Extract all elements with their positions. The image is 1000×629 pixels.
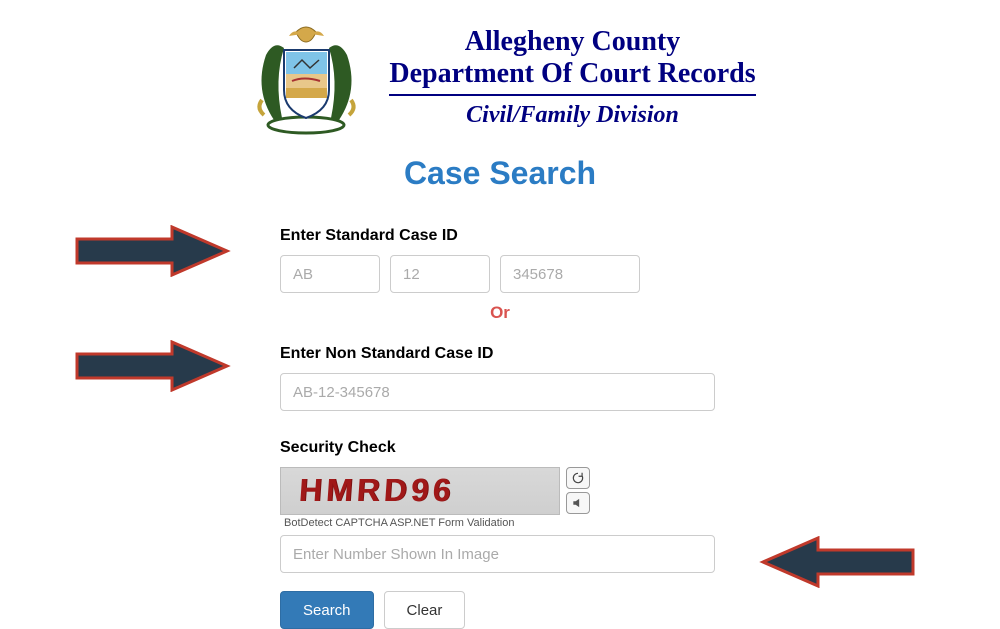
captcha-audio-button[interactable] — [566, 492, 590, 514]
captcha-row: HMRD96 — [280, 467, 720, 515]
county-seal — [244, 20, 369, 135]
standard-case-row — [280, 255, 720, 293]
captcha-reload-button[interactable] — [566, 467, 590, 489]
security-check-label: Security Check — [280, 439, 720, 457]
header-banner: Allegheny County Department Of Court Rec… — [0, 0, 1000, 145]
button-row: Search Clear — [280, 591, 720, 629]
std-case-suffix-input[interactable] — [500, 255, 640, 293]
title-divider — [389, 94, 755, 96]
standard-case-label: Enter Standard Case ID — [280, 227, 720, 245]
nonstd-case-input[interactable] — [280, 373, 715, 411]
title-line-3: Civil/Family Division — [389, 102, 755, 129]
captcha-image: HMRD96 — [280, 467, 560, 515]
search-button[interactable]: Search — [280, 591, 374, 629]
std-case-prefix-input[interactable] — [280, 255, 380, 293]
search-form: Enter Standard Case ID Or Enter Non Stan… — [280, 227, 720, 629]
nonstandard-case-label: Enter Non Standard Case ID — [280, 345, 720, 363]
captcha-caption: BotDetect CAPTCHA ASP.NET Form Validatio… — [280, 517, 720, 529]
or-divider: Or — [280, 303, 720, 323]
title-block: Allegheny County Department Of Court Rec… — [389, 26, 755, 129]
annotation-arrow-3 — [758, 536, 918, 588]
captcha-text: HMRD96 — [298, 472, 456, 509]
clear-button[interactable]: Clear — [384, 591, 466, 629]
annotation-arrow-1 — [72, 225, 232, 277]
title-line-2: Department Of Court Records — [389, 58, 755, 90]
title-line-1: Allegheny County — [389, 26, 755, 58]
std-case-mid-input[interactable] — [390, 255, 490, 293]
reload-icon — [571, 471, 585, 485]
captcha-buttons — [566, 467, 590, 515]
captcha-input[interactable] — [280, 535, 715, 573]
speaker-icon — [571, 496, 585, 510]
page-title: Case Search — [0, 155, 1000, 192]
annotation-arrow-2 — [72, 340, 232, 392]
